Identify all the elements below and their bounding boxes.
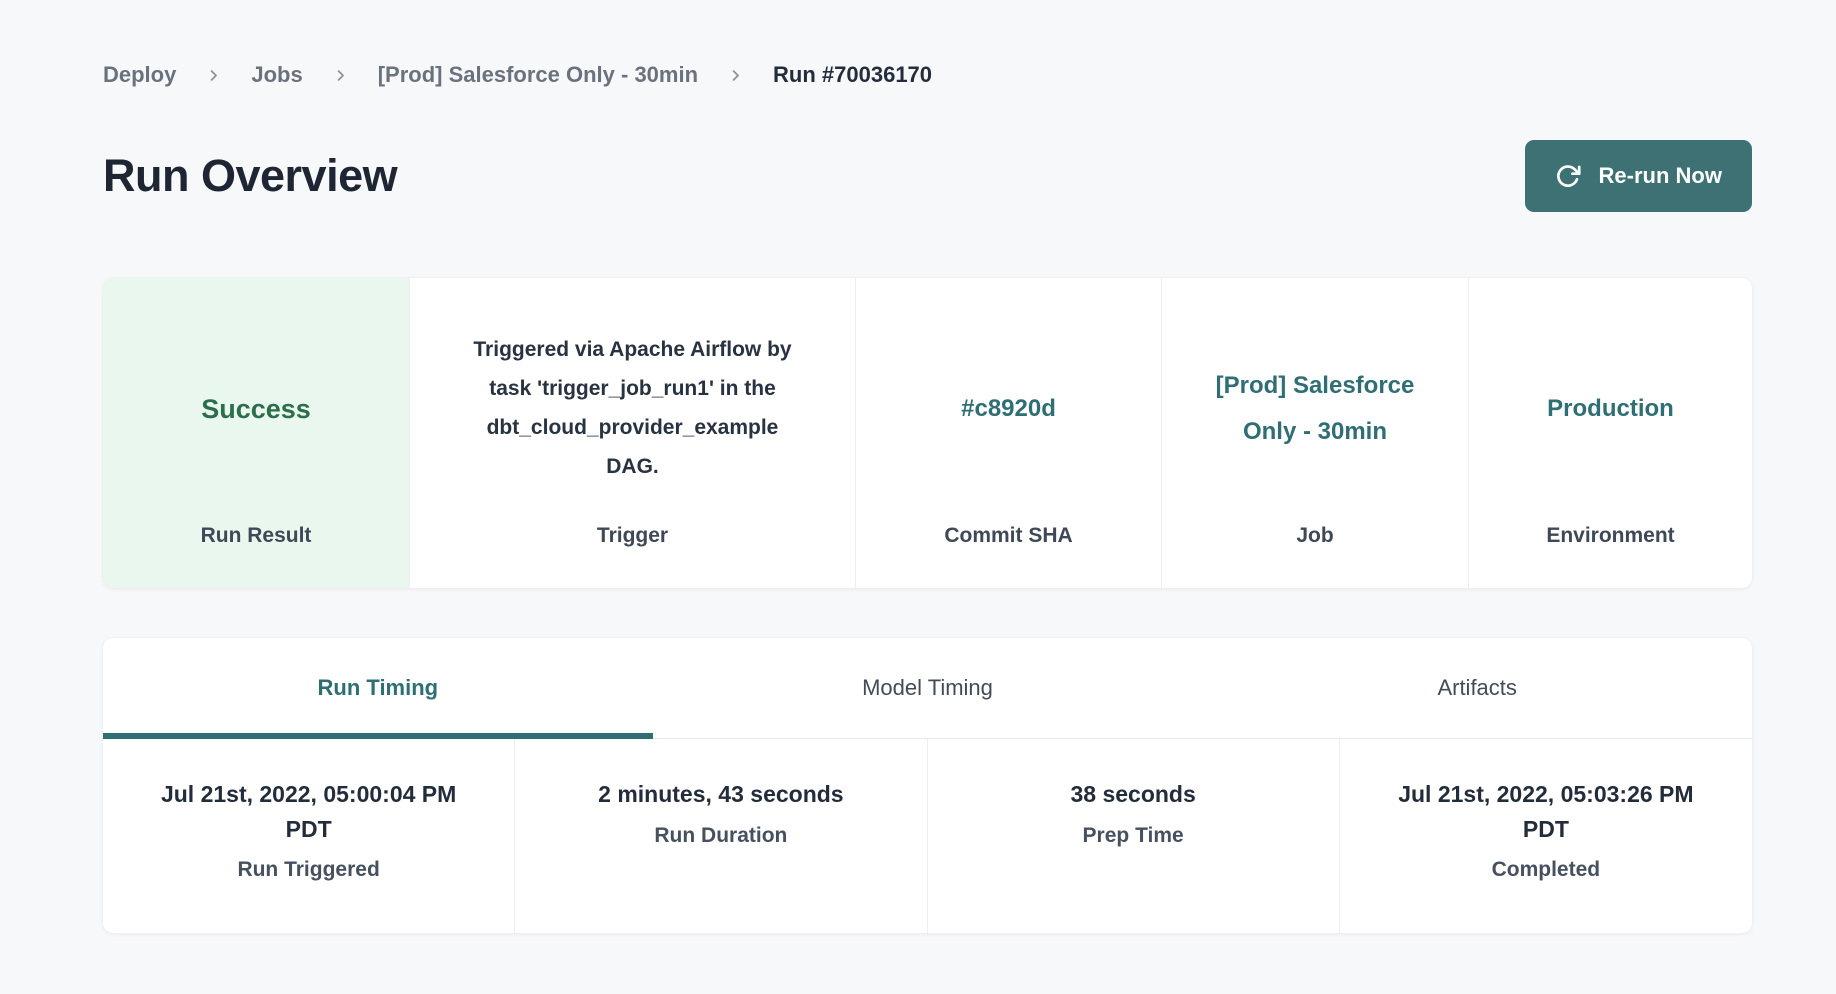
- run-duration-cell: 2 minutes, 43 seconds Run Duration: [515, 739, 927, 933]
- tab-model-timing[interactable]: Model Timing: [653, 638, 1203, 738]
- breadcrumb-current-run: Run #70036170: [773, 62, 932, 88]
- rerun-now-button[interactable]: Re-run Now: [1525, 140, 1752, 212]
- breadcrumb-job-name[interactable]: [Prod] Salesforce Only - 30min: [378, 62, 698, 88]
- run-triggered-label: Run Triggered: [103, 858, 514, 882]
- breadcrumb-jobs[interactable]: Jobs: [251, 62, 302, 88]
- tab-artifacts[interactable]: Artifacts: [1202, 638, 1752, 738]
- tab-bar: Run Timing Model Timing Artifacts: [103, 638, 1752, 739]
- run-result-value: Success: [201, 394, 311, 425]
- refresh-icon: [1555, 163, 1582, 190]
- prep-time-cell: 38 seconds Prep Time: [928, 739, 1340, 933]
- page-header: Run Overview Re-run Now: [103, 140, 1752, 212]
- chevron-right-icon: [333, 68, 348, 83]
- prep-time-value: 38 seconds: [967, 777, 1299, 812]
- page-title: Run Overview: [103, 150, 397, 202]
- run-triggered-value: Jul 21st, 2022, 05:00:04 PM PDT: [143, 777, 475, 846]
- run-summary-card: Success Run Result Triggered via Apache …: [103, 278, 1752, 588]
- run-timing-card: Run Timing Model Timing Artifacts Jul 21…: [103, 638, 1752, 933]
- trigger-value: Triggered via Apache Airflow by task 'tr…: [473, 331, 793, 486]
- environment-label: Environment: [1546, 524, 1674, 588]
- tab-run-timing-label: Run Timing: [318, 675, 439, 701]
- environment-link[interactable]: Production: [1547, 386, 1674, 432]
- run-duration-value: 2 minutes, 43 seconds: [555, 777, 887, 812]
- completed-label: Completed: [1340, 858, 1752, 882]
- commit-sha-cell: #c8920d Commit SHA: [856, 278, 1162, 588]
- trigger-label: Trigger: [597, 524, 668, 588]
- run-result-cell: Success Run Result: [103, 278, 410, 588]
- tab-model-timing-label: Model Timing: [862, 675, 993, 701]
- job-cell: [Prod] Salesforce Only - 30min Job: [1162, 278, 1469, 588]
- breadcrumb-deploy[interactable]: Deploy: [103, 62, 176, 88]
- completed-value: Jul 21st, 2022, 05:03:26 PM PDT: [1380, 777, 1712, 846]
- tab-run-timing[interactable]: Run Timing: [103, 638, 653, 738]
- commit-sha-label: Commit SHA: [944, 524, 1072, 588]
- run-timing-panel: Jul 21st, 2022, 05:00:04 PM PDT Run Trig…: [103, 739, 1752, 933]
- run-triggered-cell: Jul 21st, 2022, 05:00:04 PM PDT Run Trig…: [103, 739, 515, 933]
- tab-artifacts-label: Artifacts: [1437, 675, 1516, 701]
- completed-cell: Jul 21st, 2022, 05:03:26 PM PDT Complete…: [1340, 739, 1752, 933]
- job-link[interactable]: [Prod] Salesforce Only - 30min: [1215, 363, 1415, 454]
- chevron-right-icon: [206, 68, 221, 83]
- run-result-label: Run Result: [201, 524, 312, 588]
- rerun-now-label: Re-run Now: [1599, 163, 1722, 189]
- run-overview-page: Deploy Jobs [Prod] Salesforce Only - 30m…: [0, 0, 1836, 933]
- run-duration-label: Run Duration: [515, 824, 926, 848]
- trigger-cell: Triggered via Apache Airflow by task 'tr…: [410, 278, 856, 588]
- prep-time-label: Prep Time: [928, 824, 1339, 848]
- chevron-right-icon: [728, 68, 743, 83]
- environment-cell: Production Environment: [1469, 278, 1752, 588]
- job-label: Job: [1296, 524, 1333, 588]
- breadcrumb: Deploy Jobs [Prod] Salesforce Only - 30m…: [103, 0, 1752, 88]
- commit-sha-link[interactable]: #c8920d: [961, 386, 1056, 432]
